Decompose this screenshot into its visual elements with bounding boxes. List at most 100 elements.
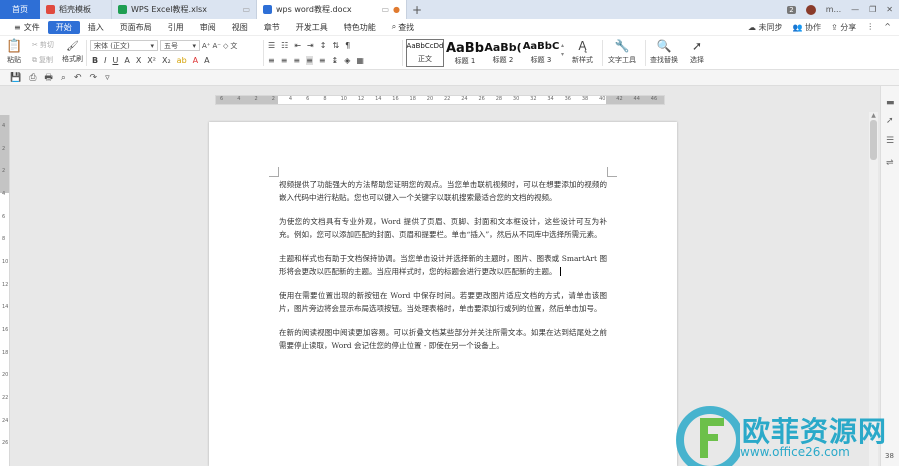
- paragraph[interactable]: 主题和样式也有助于文档保持协调。当您单击设计并选择新的主题时，图片、图表或 Sm…: [279, 253, 607, 278]
- bold-icon[interactable]: B: [92, 56, 98, 65]
- grow-font-icon[interactable]: A⁺: [202, 42, 210, 50]
- paragraph[interactable]: 在新的阅读视图中阅读更加容易。可以折叠文档某些部分并关注所需文本。如果在达到结尾…: [279, 327, 607, 352]
- style-heading-2[interactable]: AaBb( 标题 2: [484, 39, 522, 67]
- font-color-icon[interactable]: A: [193, 56, 198, 65]
- font-name-select[interactable]: 宋体 (正文) ▾: [90, 40, 158, 51]
- menu-view[interactable]: 视图: [224, 21, 256, 34]
- menu-section[interactable]: 章节: [256, 21, 288, 34]
- show-marks-icon[interactable]: ¶: [345, 41, 350, 50]
- menu-references[interactable]: 引用: [160, 21, 192, 34]
- new-tab-button[interactable]: +: [407, 0, 427, 19]
- font-size-select[interactable]: 五号 ▾: [160, 40, 200, 51]
- horizontal-ruler[interactable]: 6 4 2 2 4 6 8 10 12 14 16 18 20 22 24 26 28 30 32 34 36 38 40 4…: [215, 95, 665, 105]
- print-icon[interactable]: 🖶: [44, 70, 53, 86]
- copy-button[interactable]: ⧉ 复制: [32, 55, 53, 65]
- ruler-tick-label: 2: [271, 96, 275, 102]
- output-pdf-icon[interactable]: ⎙: [29, 73, 36, 83]
- align-left-icon[interactable]: ≡: [268, 56, 275, 65]
- underline-icon[interactable]: U: [112, 56, 118, 65]
- menu-search[interactable]: ⌕ 查找: [384, 21, 422, 34]
- highlight-icon[interactable]: ab: [177, 56, 187, 65]
- strikethrough-icon[interactable]: X: [136, 56, 141, 65]
- sort-icon[interactable]: ⇅: [332, 41, 339, 50]
- tab-home[interactable]: 首页: [0, 0, 40, 19]
- screen-icon[interactable]: ▭: [242, 5, 250, 14]
- collaborate-button[interactable]: 👥 协作: [793, 22, 822, 33]
- paragraph[interactable]: 使用在需要位置出现的新按钮在 Word 中保存时间。若要更改图片适应文档的方式，…: [279, 290, 607, 315]
- screen-icon[interactable]: ▭: [381, 5, 389, 14]
- watermark-text: 欧菲资源网: [742, 415, 888, 448]
- justify-icon[interactable]: ≡: [306, 56, 313, 65]
- scroll-up-icon[interactable]: ▲: [870, 112, 877, 119]
- maximize-icon[interactable]: ❐: [869, 5, 876, 14]
- new-style-button[interactable]: Ą 新样式: [572, 39, 593, 65]
- collapse-panel-icon[interactable]: ▬: [886, 98, 896, 108]
- document-page[interactable]: 视频提供了功能强大的方法帮助您证明您的观点。当您单击联机视频时，可以在想要添加的…: [209, 122, 677, 466]
- tab-excel[interactable]: WPS Excel教程.xlsx ▭: [112, 0, 257, 19]
- find-replace-button[interactable]: 🔍 查找替换: [650, 39, 678, 65]
- window-count-badge[interactable]: 2: [787, 5, 796, 14]
- print-preview-icon[interactable]: ⌕: [61, 73, 66, 83]
- pinyin-icon[interactable]: 文: [230, 41, 237, 51]
- style-label: 正文: [418, 55, 432, 63]
- select-button[interactable]: ➚ 选择: [690, 39, 704, 65]
- italic-icon[interactable]: I: [104, 56, 106, 65]
- settings-sliders-icon[interactable]: ☰: [886, 136, 896, 146]
- increase-indent-icon[interactable]: ⇥: [307, 41, 314, 50]
- char-border-icon[interactable]: A: [204, 56, 209, 65]
- menu-page-layout[interactable]: 页面布局: [112, 21, 160, 34]
- align-center-icon[interactable]: ≡: [281, 56, 288, 65]
- align-right-icon[interactable]: ≡: [293, 56, 300, 65]
- numbered-list-icon[interactable]: ☷: [281, 41, 288, 50]
- superscript-icon[interactable]: X²: [147, 56, 156, 65]
- menu-home[interactable]: 开始: [47, 20, 80, 34]
- font-effect-icon[interactable]: A: [124, 56, 129, 65]
- chinese-layout-icon[interactable]: ↕: [320, 41, 327, 50]
- bullet-list-icon[interactable]: ☰: [268, 41, 275, 50]
- shrink-font-icon[interactable]: A⁻: [212, 42, 220, 50]
- subscript-icon[interactable]: X₂: [162, 56, 171, 65]
- style-sample: AaBb(: [484, 41, 522, 54]
- menu-review[interactable]: 审阅: [192, 21, 224, 34]
- style-normal[interactable]: AaBbCcDd 正文: [406, 39, 444, 67]
- collapse-ribbon-icon[interactable]: ^: [884, 22, 891, 33]
- share-button[interactable]: ⇪ 分享: [831, 22, 856, 33]
- style-heading-1[interactable]: AaBb 标题 1: [446, 39, 484, 67]
- tab-templates[interactable]: 稻壳模板: [40, 0, 112, 19]
- minimize-icon[interactable]: —: [851, 5, 859, 14]
- menu-file[interactable]: ≡ 文件: [6, 21, 48, 34]
- decrease-indent-icon[interactable]: ⇤: [294, 41, 301, 50]
- menu-developer[interactable]: 开发工具: [288, 21, 336, 34]
- sync-status[interactable]: ☁ 未同步: [748, 22, 783, 33]
- customize-icon[interactable]: ▿: [105, 73, 110, 83]
- border-icon[interactable]: ▦: [356, 56, 364, 65]
- adjust-icon[interactable]: ⇌: [886, 158, 896, 168]
- vertical-ruler[interactable]: 4 2 2 4 6 8 10 12 14 16 18 20 22 24 26: [0, 115, 10, 466]
- tab-word[interactable]: wps word教程.docx ▭ ●: [257, 0, 407, 19]
- cut-button[interactable]: ✂ 剪切: [32, 40, 54, 50]
- select-tool-icon[interactable]: ➚: [886, 116, 896, 126]
- user-name[interactable]: m...: [826, 5, 841, 14]
- clear-format-icon[interactable]: ◇: [223, 42, 228, 50]
- style-gallery-scroll[interactable]: ▴ ▾: [561, 42, 564, 58]
- paragraph[interactable]: 视频提供了功能强大的方法帮助您证明您的观点。当您单击联机视频时，可以在想要添加的…: [279, 179, 607, 204]
- save-icon[interactable]: 💾: [10, 73, 21, 83]
- more-icon[interactable]: ⋮: [866, 22, 874, 33]
- paragraph[interactable]: 为使您的文档具有专业外观，Word 提供了页眉、页脚、封面和文本框设计，这些设计…: [279, 216, 607, 241]
- close-icon[interactable]: ✕: [886, 5, 893, 14]
- avatar[interactable]: [805, 4, 816, 15]
- undo-icon[interactable]: ↶: [74, 73, 82, 83]
- menu-insert[interactable]: 插入: [80, 21, 112, 34]
- redo-icon[interactable]: ↷: [90, 73, 98, 83]
- paste-button[interactable]: 📋 粘贴: [6, 39, 22, 65]
- shading-icon[interactable]: ◈: [344, 56, 350, 65]
- margin-corner: [607, 167, 617, 177]
- format-painter-button[interactable]: 🖌 格式刷: [62, 41, 83, 64]
- menu-features[interactable]: 特色功能: [336, 21, 384, 34]
- line-spacing-icon[interactable]: ↨: [332, 56, 339, 65]
- text-tools-button[interactable]: 🔧 文字工具: [608, 39, 636, 65]
- scroll-thumb[interactable]: [870, 120, 877, 160]
- style-heading-3[interactable]: AaBbC 标题 3: [522, 39, 560, 67]
- document-body[interactable]: 视频提供了功能强大的方法帮助您证明您的观点。当您单击联机视频时，可以在想要添加的…: [279, 179, 607, 364]
- distribute-icon[interactable]: ≡: [319, 56, 326, 65]
